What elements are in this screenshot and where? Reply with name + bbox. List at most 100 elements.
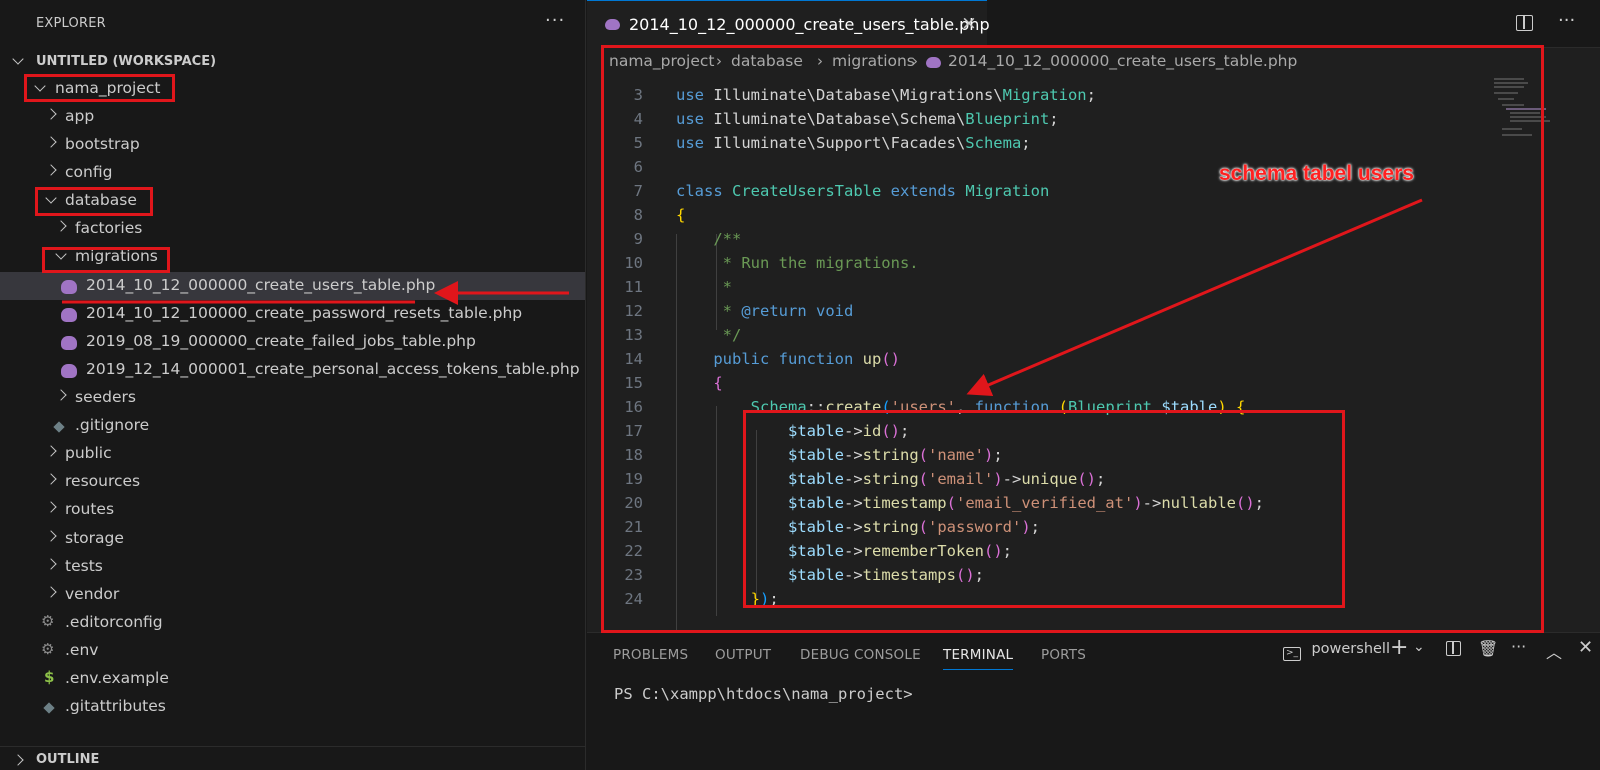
close-icon[interactable]: ✕ bbox=[1578, 637, 1593, 661]
highlight-box bbox=[42, 247, 170, 273]
explorer-header: EXPLORER ··· bbox=[0, 0, 585, 48]
highlight-box bbox=[35, 187, 153, 216]
tab-users-migration[interactable]: 2014_10_12_000000_create_users_table.php… bbox=[587, 0, 990, 48]
chevron-right-icon bbox=[54, 387, 68, 403]
chevron-right-icon bbox=[44, 443, 58, 459]
outline-label: OUTLINE bbox=[36, 752, 100, 767]
more-actions-icon[interactable]: ··· bbox=[545, 10, 565, 31]
tab-debug-console[interactable]: DEBUG CONSOLE bbox=[800, 647, 921, 663]
terminal-shell-selector[interactable]: >_ powershell bbox=[1283, 641, 1390, 665]
chevron-right-icon bbox=[14, 749, 22, 768]
tree-item-label: .gitattributes bbox=[65, 697, 166, 715]
php-icon bbox=[61, 308, 77, 322]
dollar-icon: $ bbox=[44, 668, 55, 686]
tree-item-password-resets-migration[interactable]: 2014_10_12_100000_create_password_resets… bbox=[0, 300, 585, 328]
workspace-header[interactable]: UNTITLED (WORKSPACE) bbox=[0, 50, 585, 74]
tab-problems[interactable]: PROBLEMS bbox=[613, 647, 688, 663]
php-icon bbox=[61, 336, 77, 350]
git-icon bbox=[42, 698, 58, 714]
tree-item-users-migration[interactable]: 2014_10_12_000000_create_users_table.php bbox=[0, 272, 585, 300]
tree-item-failed-jobs-migration[interactable]: 2019_08_19_000000_create_failed_jobs_tab… bbox=[0, 328, 585, 356]
tree-item-gitattributes[interactable]: .gitattributes bbox=[0, 693, 585, 721]
tree-item-personal-access-tokens-migration[interactable]: 2019_12_14_000001_create_personal_access… bbox=[0, 356, 585, 384]
highlight-box bbox=[24, 74, 175, 102]
trash-icon[interactable]: 🗑 bbox=[1478, 639, 1498, 663]
tree-item-label: .editorconfig bbox=[65, 613, 163, 631]
tree-item-app[interactable]: app bbox=[0, 103, 585, 131]
chevron-right-icon bbox=[44, 528, 58, 544]
tab-label: 2014_10_12_000000_create_users_table.php bbox=[629, 15, 990, 34]
tree-item-label: storage bbox=[65, 529, 124, 547]
more-actions-icon[interactable]: ··· bbox=[1558, 10, 1575, 31]
highlight-box bbox=[743, 410, 1345, 608]
tree-item-factories[interactable]: factories bbox=[0, 215, 585, 243]
split-terminal-icon[interactable] bbox=[1446, 641, 1461, 665]
tree-item-label: routes bbox=[65, 500, 115, 518]
chevron-right-icon bbox=[44, 499, 58, 515]
tree-item-label: bootstrap bbox=[65, 135, 140, 153]
tree-item-label: 2019_12_14_000001_create_personal_access… bbox=[86, 360, 580, 378]
php-icon bbox=[61, 364, 77, 378]
split-editor-icon[interactable] bbox=[1516, 15, 1533, 31]
chevron-right-icon bbox=[44, 471, 58, 487]
php-icon bbox=[61, 280, 77, 294]
new-terminal-icon[interactable]: + bbox=[1390, 635, 1408, 660]
tree-item-label: .env bbox=[65, 641, 99, 659]
tree-item-label: config bbox=[65, 163, 113, 181]
chevron-right-icon bbox=[44, 134, 58, 150]
gear-icon: ⚙ bbox=[41, 640, 55, 658]
bottom-panel: PROBLEMS OUTPUT DEBUG CONSOLE TERMINAL P… bbox=[587, 632, 1600, 770]
tab-ports[interactable]: PORTS bbox=[1041, 647, 1086, 663]
tree-item-label: seeders bbox=[75, 388, 136, 406]
annotation-label: schema tabel users bbox=[1219, 162, 1414, 185]
tree-item-label: resources bbox=[65, 472, 141, 490]
tree-item-env[interactable]: ⚙ .env bbox=[0, 637, 585, 665]
shell-label: powershell bbox=[1311, 641, 1390, 657]
editor-tab-bar: 2014_10_12_000000_create_users_table.php… bbox=[587, 0, 1600, 48]
gear-icon: ⚙ bbox=[41, 612, 55, 630]
chevron-right-icon bbox=[54, 218, 68, 234]
tree-item-label: 2014_10_12_100000_create_password_resets… bbox=[86, 304, 523, 322]
explorer-title: EXPLORER bbox=[36, 16, 106, 31]
terminal-prompt[interactable]: PS C:\xampp\htdocs\nama_project> bbox=[614, 685, 913, 703]
tree-item-storage[interactable]: storage bbox=[0, 525, 585, 553]
tree-item-public[interactable]: public bbox=[0, 440, 585, 468]
vertical-scrollbar[interactable] bbox=[1589, 76, 1600, 632]
tree-item-label: 2019_08_19_000000_create_failed_jobs_tab… bbox=[86, 332, 476, 350]
tree-item-tests[interactable]: tests bbox=[0, 553, 585, 581]
tree-item-bootstrap[interactable]: bootstrap bbox=[0, 131, 585, 159]
tab-terminal[interactable]: TERMINAL bbox=[943, 647, 1014, 670]
tree-item-label: public bbox=[65, 444, 112, 462]
tree-item-label: 2014_10_12_000000_create_users_table.php bbox=[86, 276, 436, 294]
tree-item-routes[interactable]: routes bbox=[0, 496, 585, 524]
tree-item-label: app bbox=[65, 107, 95, 125]
outline-header[interactable]: OUTLINE bbox=[0, 746, 585, 770]
php-icon bbox=[605, 19, 620, 30]
close-icon[interactable]: × bbox=[961, 12, 977, 34]
tree-item-label: vendor bbox=[65, 585, 120, 603]
git-icon bbox=[52, 417, 68, 433]
tree-item-gitignore[interactable]: .gitignore bbox=[0, 412, 585, 440]
tree-item-label: .env.example bbox=[65, 669, 169, 687]
tree-item-env-example[interactable]: $ .env.example bbox=[0, 665, 585, 693]
tree-item-editorconfig[interactable]: ⚙ .editorconfig bbox=[0, 609, 585, 637]
tab-output[interactable]: OUTPUT bbox=[715, 647, 771, 663]
chevron-right-icon bbox=[44, 162, 58, 178]
explorer-sidebar: EXPLORER ··· UNTITLED (WORKSPACE) nama_p… bbox=[0, 0, 586, 770]
chevron-down-icon[interactable]: ⌄ bbox=[1413, 639, 1425, 663]
more-actions-icon[interactable]: ··· bbox=[1511, 637, 1526, 661]
tree-item-seeders[interactable]: seeders bbox=[0, 384, 585, 412]
terminal-icon: >_ bbox=[1283, 647, 1301, 661]
tree-item-resources[interactable]: resources bbox=[0, 468, 585, 496]
tree-item-label: .gitignore bbox=[75, 416, 150, 434]
tree-item-config[interactable]: config bbox=[0, 159, 585, 187]
maximize-panel-icon[interactable]: ︿ bbox=[1546, 639, 1562, 663]
chevron-right-icon bbox=[44, 556, 58, 572]
workspace-label: UNTITLED (WORKSPACE) bbox=[36, 54, 217, 69]
tree-item-label: factories bbox=[75, 219, 143, 237]
chevron-right-icon bbox=[44, 106, 58, 122]
tree-item-vendor[interactable]: vendor bbox=[0, 581, 585, 609]
chevron-down-icon bbox=[14, 51, 22, 67]
tree-item-label: tests bbox=[65, 557, 103, 575]
chevron-right-icon bbox=[44, 584, 58, 600]
